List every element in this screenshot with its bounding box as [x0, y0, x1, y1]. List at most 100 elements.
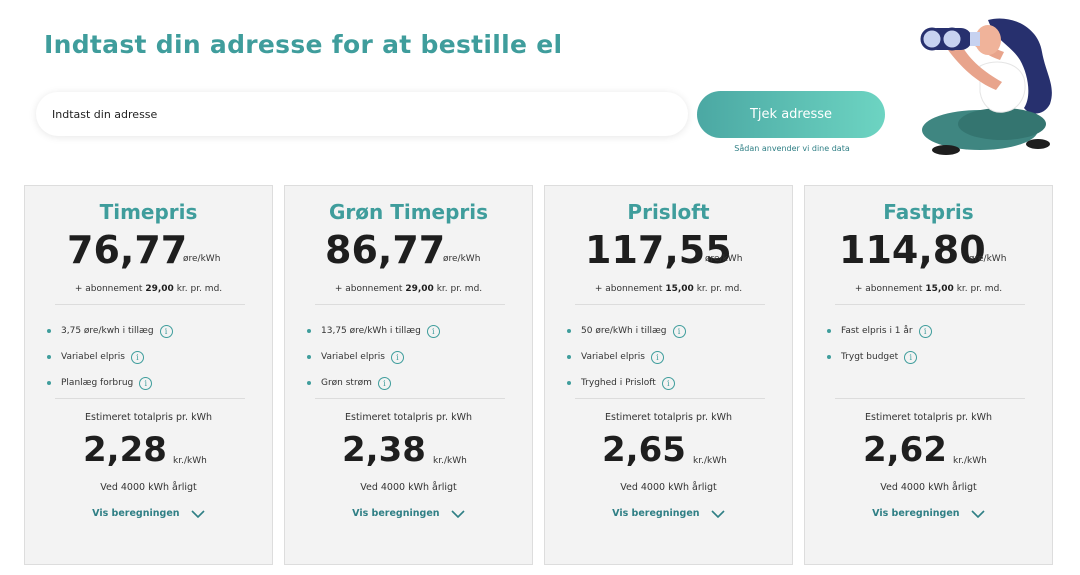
show-calculation-link[interactable]: Vis beregningen: [25, 508, 272, 519]
feature-list: 13,75 øre/kWh i tillæg i Variabel elpris i…: [307, 318, 517, 396]
total-price-unit: kr./kWh: [173, 456, 207, 466]
total-row: 2,65 kr./kWh: [545, 430, 792, 470]
chevron-down-icon: [971, 509, 985, 518]
info-icon[interactable]: i: [159, 324, 173, 338]
feature-item: Grøn strøm i: [307, 370, 517, 396]
info-icon[interactable]: i: [426, 324, 440, 338]
subscription-prefix: + abonnement: [334, 284, 403, 294]
woman-with-binoculars-illustration: [910, 12, 1060, 162]
annual-usage-text: Ved 4000 kWh årligt: [100, 482, 197, 493]
price-value: 86,77: [325, 228, 446, 272]
total-price-unit: kr./kWh: [953, 456, 987, 466]
info-icon[interactable]: i: [377, 376, 391, 390]
feature-label: Fast elpris i 1 år: [841, 326, 913, 336]
info-icon[interactable]: i: [130, 350, 144, 364]
total-price-unit: kr./kWh: [693, 456, 727, 466]
card-title: Prisloft: [627, 200, 710, 224]
feature-item: Variabel elpris i: [567, 344, 777, 370]
subscription-text: + abonnement 15,00 kr. pr. md.: [545, 284, 792, 294]
data-usage-link[interactable]: Sådan anvender vi dine data: [716, 144, 868, 153]
card-title: Grøn Timepris: [328, 200, 489, 224]
feature-label: Grøn strøm: [321, 378, 372, 388]
subscription-amount: 15,00: [925, 284, 954, 294]
bullet-icon: [47, 355, 51, 359]
feature-item: 3,75 øre/kwh i tillæg i: [47, 318, 257, 344]
estimate-label: Estimeret totalpris pr. kWh: [345, 412, 472, 423]
price-row: 114,80 øre/kWh: [805, 228, 1052, 272]
feature-item: Variabel elpris i: [307, 344, 517, 370]
price-row: 86,77 øre/kWh: [285, 228, 532, 272]
price-value: 117,55: [585, 228, 732, 272]
total-row: 2,62 kr./kWh: [805, 430, 1052, 470]
bullet-icon: [307, 381, 311, 385]
price-unit: øre/kWh: [705, 254, 743, 264]
annual-usage-text: Ved 4000 kWh årligt: [620, 482, 717, 493]
subscription-prefix: + abonnement: [594, 284, 663, 294]
feature-item: Fast elpris i 1 år i: [827, 318, 1037, 344]
feature-item: Planlæg forbrug i: [47, 370, 257, 396]
feature-label: Variabel elpris: [61, 352, 125, 362]
total-price-value: 2,62: [863, 430, 947, 470]
subscription-amount: 29,00: [145, 284, 174, 294]
total-price-value: 2,38: [342, 430, 426, 470]
feature-item: 50 øre/kWh i tillæg i: [567, 318, 777, 344]
card-prisloft: Prisloft 117,55 øre/kWh + abonnement 15,…: [544, 185, 793, 565]
check-address-button[interactable]: Tjek adresse: [697, 91, 885, 138]
feature-label: Variabel elpris: [581, 352, 645, 362]
info-icon[interactable]: i: [650, 350, 664, 364]
divider: [575, 398, 765, 399]
feature-list: 3,75 øre/kwh i tillæg i Variabel elpris i …: [47, 318, 257, 396]
price-cards: Timepris 76,77 øre/kWh + abonnement 29,0…: [24, 185, 1054, 565]
subscription-text: + abonnement 29,00 kr. pr. md.: [285, 284, 532, 294]
estimate-label: Estimeret totalpris pr. kWh: [865, 412, 992, 423]
card-groen-timepris: Grøn Timepris 86,77 øre/kWh + abonnement…: [284, 185, 533, 565]
bullet-icon: [827, 355, 831, 359]
info-icon[interactable]: i: [139, 376, 153, 390]
show-calculation-label: Vis beregningen: [92, 508, 180, 519]
show-calculation-link[interactable]: Vis beregningen: [545, 508, 792, 519]
bullet-icon: [307, 329, 311, 333]
subscription-suffix: kr. pr. md.: [436, 284, 483, 294]
divider: [835, 398, 1025, 399]
feature-label: Planlæg forbrug: [61, 378, 134, 388]
show-calculation-link[interactable]: Vis beregningen: [285, 508, 532, 519]
total-price-value: 2,65: [602, 430, 686, 470]
address-input[interactable]: [36, 92, 688, 136]
bullet-icon: [567, 329, 571, 333]
chevron-down-icon: [711, 509, 725, 518]
info-icon[interactable]: i: [661, 376, 675, 390]
divider: [315, 398, 505, 399]
info-icon[interactable]: i: [918, 324, 932, 338]
card-timepris: Timepris 76,77 øre/kWh + abonnement 29,0…: [24, 185, 273, 565]
subscription-text: + abonnement 29,00 kr. pr. md.: [25, 284, 272, 294]
total-row: 2,28 kr./kWh: [25, 430, 272, 470]
subscription-suffix: kr. pr. md.: [956, 284, 1003, 294]
price-value: 76,77: [67, 228, 188, 272]
price-value: 114,80: [839, 228, 986, 272]
divider: [55, 398, 245, 399]
subscription-prefix: + abonnement: [854, 284, 923, 294]
feature-label: Trygt budget: [841, 352, 899, 362]
bullet-icon: [827, 329, 831, 333]
price-unit: øre/kWh: [183, 254, 221, 264]
annual-usage-text: Ved 4000 kWh årligt: [360, 482, 457, 493]
show-calculation-label: Vis beregningen: [352, 508, 440, 519]
card-title: Fastpris: [883, 200, 974, 224]
info-icon[interactable]: i: [672, 324, 686, 338]
info-icon[interactable]: i: [390, 350, 404, 364]
estimate-label: Estimeret totalpris pr. kWh: [85, 412, 212, 423]
feature-item: Tryghed i Prisloft i: [567, 370, 777, 396]
total-price-value: 2,28: [83, 430, 167, 470]
subscription-suffix: kr. pr. md.: [176, 284, 223, 294]
price-row: 117,55 øre/kWh: [545, 228, 792, 272]
bullet-icon: [567, 355, 571, 359]
chevron-down-icon: [451, 509, 465, 518]
bullet-icon: [47, 381, 51, 385]
estimate-label: Estimeret totalpris pr. kWh: [605, 412, 732, 423]
show-calculation-link[interactable]: Vis beregningen: [805, 508, 1052, 519]
divider: [575, 304, 765, 305]
total-price-unit: kr./kWh: [433, 456, 467, 466]
info-icon[interactable]: i: [904, 350, 918, 364]
show-calculation-label: Vis beregningen: [872, 508, 960, 519]
card-fastpris: Fastpris 114,80 øre/kWh + abonnement 15,…: [804, 185, 1053, 565]
